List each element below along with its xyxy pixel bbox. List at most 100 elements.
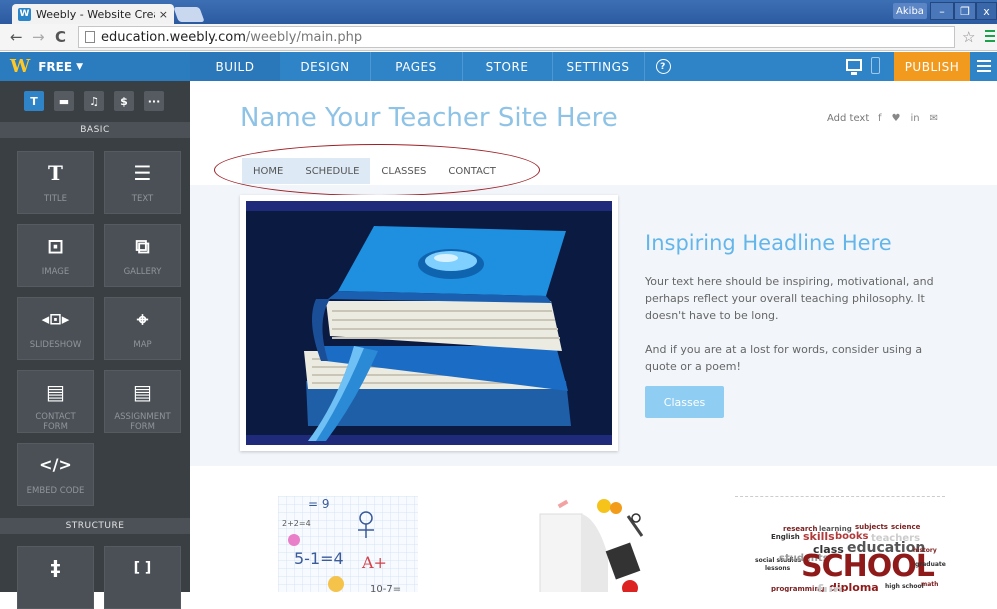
site-title[interactable]: Name Your Teacher Site Here bbox=[240, 103, 618, 133]
wordcloud-word: SCHOOL bbox=[801, 549, 935, 584]
divider bbox=[462, 52, 463, 81]
publish-button[interactable]: PUBLISH bbox=[894, 52, 970, 81]
annotation-oval bbox=[214, 144, 540, 196]
divider bbox=[552, 52, 553, 81]
divider bbox=[644, 52, 645, 81]
book-illustration bbox=[246, 201, 612, 445]
address-bar-row: ← → C education.weebly.com /weebly/main.… bbox=[0, 24, 997, 51]
element-divider[interactable]: ‡ bbox=[17, 546, 94, 609]
back-arrow-icon[interactable]: ← bbox=[10, 28, 23, 46]
wordcloud-word: fun bbox=[817, 583, 844, 592]
hero-headline[interactable]: Inspiring Headline Here bbox=[645, 231, 892, 255]
page-icon bbox=[85, 31, 95, 43]
element-label: TEXT bbox=[131, 194, 154, 204]
music-category-icon[interactable]: ♫ bbox=[84, 91, 104, 111]
desktop-view-icon[interactable] bbox=[846, 59, 862, 75]
help-button[interactable]: ? bbox=[644, 52, 682, 81]
more-category-icon[interactable]: ··· bbox=[144, 91, 164, 111]
wordcloud-word: subjects bbox=[855, 523, 888, 531]
tab-settings[interactable]: SETTINGS bbox=[552, 52, 644, 81]
element-label: EMBED CODE bbox=[26, 486, 85, 496]
tab-store[interactable]: STORE bbox=[462, 52, 552, 81]
element-slideshow[interactable]: ◂⊡▸ SLIDESHOW bbox=[17, 297, 94, 360]
element-label: CONTACT FORM bbox=[35, 412, 76, 432]
browser-tab[interactable]: W Weebly - Website Creatio × bbox=[12, 4, 174, 24]
element-map[interactable]: ⌖ MAP bbox=[104, 297, 181, 360]
email-icon[interactable]: ✉ bbox=[930, 113, 938, 124]
mobile-view-icon[interactable] bbox=[871, 57, 880, 74]
element-title[interactable]: T TITLE bbox=[17, 151, 94, 214]
school-supplies-graphic bbox=[539, 499, 644, 592]
tab-build[interactable]: BUILD bbox=[190, 52, 280, 81]
element-sidebar: T ▬ ♫ $ ··· BASIC T TITLE ☰ TEXT ⊡ IMAGE… bbox=[0, 81, 190, 609]
weebly-favicon-icon: W bbox=[18, 7, 31, 21]
minimize-button[interactable]: – bbox=[930, 2, 954, 20]
browser-menu-icon[interactable] bbox=[985, 30, 995, 42]
site-canvas: Name Your Teacher Site Here Add text f ♥… bbox=[190, 81, 997, 592]
add-text-link[interactable]: Add text bbox=[827, 113, 869, 124]
classes-button[interactable]: Classes bbox=[645, 386, 724, 418]
element-label: SLIDESHOW bbox=[29, 340, 82, 350]
school-supplies-image[interactable] bbox=[538, 496, 648, 592]
hero-paragraph: And if you are at a lost for words, cons… bbox=[645, 343, 923, 373]
wordcloud-word: science bbox=[891, 523, 921, 531]
close-window-button[interactable]: x bbox=[976, 2, 997, 20]
tab-title: Weebly - Website Creatio bbox=[36, 7, 155, 21]
linkedin-icon[interactable]: in bbox=[911, 113, 920, 124]
facebook-icon[interactable]: f bbox=[878, 113, 882, 124]
hero-image[interactable] bbox=[240, 195, 618, 451]
element-text[interactable]: ☰ TEXT bbox=[104, 151, 181, 214]
element-assignment-form[interactable]: ▤ ASSIGNMENT FORM bbox=[104, 370, 181, 433]
wordcloud-word: lessons bbox=[765, 565, 791, 572]
section-structure: STRUCTURE bbox=[0, 518, 190, 534]
math-doodle-image[interactable]: = 9 2+2=4 5-1=4 A+ 10-7= bbox=[278, 496, 418, 592]
element-label: TITLE bbox=[44, 194, 67, 204]
reload-icon[interactable]: C bbox=[55, 28, 66, 46]
plan-selector[interactable]: W FREE ▼ bbox=[0, 52, 190, 81]
menu-icon[interactable] bbox=[977, 60, 991, 72]
help-icon: ? bbox=[655, 59, 671, 74]
tab-design[interactable]: DESIGN bbox=[280, 52, 370, 81]
maximize-button[interactable]: ❐ bbox=[954, 2, 976, 20]
form-icon: ▤ bbox=[46, 380, 65, 404]
commerce-category-icon[interactable]: $ bbox=[114, 91, 134, 111]
element-gallery[interactable]: ⧉ GALLERY bbox=[104, 224, 181, 287]
weebly-logo-icon: W bbox=[10, 56, 31, 77]
form-icon: ▤ bbox=[133, 380, 152, 404]
user-badge[interactable]: Akiba bbox=[893, 3, 927, 19]
bookmark-star-icon[interactable]: ☆ bbox=[962, 28, 975, 46]
url-input[interactable]: education.weebly.com /weebly/main.php bbox=[78, 26, 955, 48]
tab-pages[interactable]: PAGES bbox=[370, 52, 462, 81]
map-pin-icon: ⌖ bbox=[136, 307, 149, 331]
element-spacer[interactable]: [ ] bbox=[104, 546, 181, 609]
browser-titlebar: W Weebly - Website Creatio × Akiba – ❐ x bbox=[0, 0, 997, 24]
element-label: GALLERY bbox=[123, 267, 162, 277]
doodle-text: A+ bbox=[361, 553, 387, 572]
math-doodle-graphic: = 9 2+2=4 5-1=4 A+ 10-7= bbox=[278, 496, 418, 592]
element-image[interactable]: ⊡ IMAGE bbox=[17, 224, 94, 287]
image-icon: ⊡ bbox=[47, 234, 64, 258]
wordcloud-word: English bbox=[771, 533, 800, 541]
element-contact-form[interactable]: ▤ CONTACT FORM bbox=[17, 370, 94, 433]
tab-close-icon[interactable]: × bbox=[159, 8, 168, 21]
wordcloud-word: math bbox=[921, 581, 939, 588]
url-path: /weebly/main.php bbox=[245, 29, 363, 45]
new-tab-button[interactable] bbox=[173, 7, 205, 22]
spacer-icon: [ ] bbox=[133, 560, 152, 576]
doodle-text: 10-7= bbox=[370, 584, 401, 592]
twitter-icon[interactable]: ♥ bbox=[892, 113, 901, 124]
wordcloud-word: high school bbox=[885, 583, 924, 590]
text-category-icon[interactable]: T bbox=[24, 91, 44, 111]
media-category-icon[interactable]: ▬ bbox=[54, 91, 74, 111]
hero-body[interactable]: Your text here should be inspiring, moti… bbox=[645, 273, 935, 375]
chevron-down-icon: ▼ bbox=[76, 61, 83, 72]
wordcloud-word: graduate bbox=[915, 561, 946, 568]
element-label: MAP bbox=[133, 340, 152, 350]
slideshow-icon: ◂⊡▸ bbox=[41, 310, 70, 328]
title-icon: T bbox=[48, 161, 63, 185]
element-embed-code[interactable]: </> EMBED CODE bbox=[17, 443, 94, 506]
code-icon: </> bbox=[39, 455, 72, 474]
forward-arrow-icon[interactable]: → bbox=[32, 28, 45, 46]
school-wordcloud-image[interactable]: research learning subjects science Engli… bbox=[735, 496, 946, 592]
hero-paragraph: Your text here should be inspiring, moti… bbox=[645, 275, 934, 322]
